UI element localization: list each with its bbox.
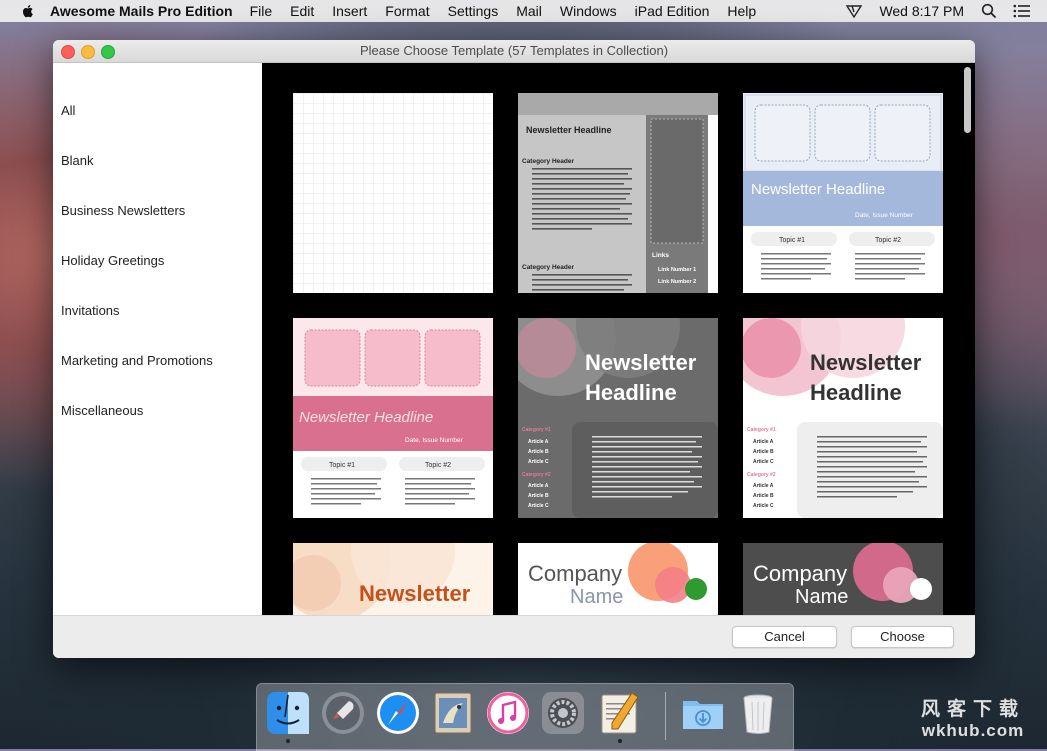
- apple-icon[interactable]: [20, 3, 36, 19]
- light-article-a2: Article A: [753, 483, 774, 489]
- downloads-folder-icon[interactable]: [679, 689, 727, 737]
- dark-headline-line1: Newsletter: [585, 350, 697, 375]
- template-gallery: Newsletter Headline Category Header Cate…: [262, 63, 975, 615]
- network-icon[interactable]: [845, 3, 863, 19]
- template-company-white[interactable]: Company Name: [518, 543, 718, 615]
- awesome-mails-icon[interactable]: [596, 689, 644, 743]
- pink-date-line: Date, Issue Number: [405, 437, 464, 444]
- category-invitations[interactable]: Invitations: [61, 303, 256, 318]
- template-pink-newsletter[interactable]: Newsletter Headline Date, Issue Number T…: [293, 318, 493, 518]
- menu-insert[interactable]: Insert: [332, 3, 367, 19]
- pink-topic-1: Topic #1: [329, 462, 355, 469]
- light-headline-line2: Headline: [810, 380, 902, 405]
- company-dark-line1: Company: [753, 561, 847, 586]
- template-blue-newsletter[interactable]: Newsletter Headline Date, Issue Number T…: [743, 93, 943, 293]
- light-article-b2: Article B: [753, 493, 774, 499]
- blue-topic-2: Topic #2: [875, 237, 901, 244]
- dark-article-b2: Article B: [528, 493, 549, 499]
- watermark-line1: 风客下载: [920, 699, 1025, 720]
- menu-clock[interactable]: Wed 8:17 PM: [879, 3, 964, 19]
- window-title: Please Choose Template (57 Templates in …: [359, 43, 669, 58]
- grid-preview: [293, 93, 493, 293]
- menu-edit[interactable]: Edit: [290, 3, 314, 19]
- menu-mail[interactable]: Mail: [516, 3, 542, 19]
- category-business-newsletters[interactable]: Business Newsletters: [61, 203, 256, 218]
- menu-bar: Awesome Mails Pro Edition File Edit Inse…: [0, 0, 1047, 22]
- gray-category-header-2: Category Header: [522, 264, 574, 271]
- light-category-2: Category #2: [747, 472, 776, 478]
- light-article-c2: Article C: [753, 503, 774, 509]
- gray-headline-text: Newsletter Headline: [526, 125, 612, 135]
- itunes-icon[interactable]: [484, 689, 532, 737]
- window-titlebar[interactable]: Please Choose Template (57 Templates in …: [53, 40, 975, 63]
- zoom-window-button[interactable]: [101, 45, 115, 59]
- menu-file[interactable]: File: [250, 3, 273, 19]
- blue-topic-1: Topic #1: [779, 237, 805, 244]
- menu-settings[interactable]: Settings: [448, 3, 499, 19]
- blue-date-line: Date, Issue Number: [855, 212, 914, 219]
- pink-headline-text: Newsletter Headline: [299, 409, 433, 426]
- gray-link-1: Link Number 1: [658, 267, 696, 273]
- template-dark-circles-newsletter[interactable]: Newsletter Headline Category #1 Article …: [518, 318, 718, 518]
- menu-app-name[interactable]: Awesome Mails Pro Edition: [50, 3, 233, 19]
- spotlight-search-icon[interactable]: [981, 3, 997, 19]
- light-headline-line1: Newsletter: [810, 350, 922, 375]
- gallery-scroll-thumb[interactable]: [964, 67, 971, 133]
- system-preferences-icon[interactable]: [539, 689, 587, 737]
- gray-category-header-1: Category Header: [522, 158, 574, 165]
- dialog-footer: Cancel Choose: [53, 615, 975, 658]
- company-dark-line2: Name: [795, 586, 848, 608]
- light-article-c1: Article C: [753, 459, 774, 465]
- watermark: 风客下载 wkhub.com: [921, 694, 1025, 741]
- dock-separator: [665, 692, 666, 740]
- gray-links-title: Links: [652, 252, 669, 259]
- finder-icon[interactable]: [264, 689, 312, 743]
- dark-category-1: Category #1: [522, 427, 551, 433]
- cancel-button[interactable]: Cancel: [732, 626, 837, 648]
- template-light-circles-newsletter[interactable]: Newsletter Headline Category #1 Article …: [743, 318, 943, 518]
- safari-icon[interactable]: [374, 689, 422, 737]
- category-miscellaneous[interactable]: Miscellaneous: [61, 403, 256, 418]
- template-gray-newsletter[interactable]: Newsletter Headline Category Header Cate…: [518, 93, 718, 293]
- minimize-window-button[interactable]: [81, 45, 95, 59]
- template-chooser-window: Please Choose Template (57 Templates in …: [53, 40, 975, 658]
- blue-headline-text: Newsletter Headline: [751, 181, 885, 198]
- dark-article-c2: Article C: [528, 503, 549, 509]
- dark-category-2: Category #2: [522, 472, 551, 478]
- pink-topic-2: Topic #2: [425, 462, 451, 469]
- template-company-dark[interactable]: Company Name: [743, 543, 943, 615]
- light-article-b1: Article B: [753, 449, 774, 455]
- mail-icon[interactable]: [429, 689, 477, 737]
- gallery-scrollbar[interactable]: [963, 65, 972, 613]
- dark-article-c1: Article C: [528, 459, 549, 465]
- gray-link-2: Link Number 2: [658, 279, 696, 285]
- light-category-1: Category #1: [747, 427, 776, 433]
- dark-article-a2: Article A: [528, 483, 549, 489]
- category-all[interactable]: All: [61, 103, 256, 118]
- dark-article-b1: Article B: [528, 449, 549, 455]
- menu-format[interactable]: Format: [385, 3, 429, 19]
- category-marketing-and-promotions[interactable]: Marketing and Promotions: [61, 353, 256, 368]
- watermark-line2: wkhub.com: [921, 721, 1025, 740]
- category-blank[interactable]: Blank: [61, 153, 256, 168]
- template-orange-newsletter[interactable]: Newsletter Headline: [293, 543, 493, 615]
- dark-article-a1: Article A: [528, 439, 549, 445]
- launchpad-icon[interactable]: [319, 689, 367, 737]
- company-white-line2: Name: [570, 586, 623, 608]
- menu-help[interactable]: Help: [727, 3, 756, 19]
- dock: [256, 683, 794, 751]
- template-blank-grid[interactable]: [293, 93, 493, 293]
- company-white-line1: Company: [528, 561, 622, 586]
- trash-icon[interactable]: [734, 689, 782, 737]
- close-window-button[interactable]: [61, 45, 75, 59]
- category-holiday-greetings[interactable]: Holiday Greetings: [61, 253, 256, 268]
- category-sidebar: All Blank Business Newsletters Holiday G…: [53, 63, 263, 615]
- light-article-a1: Article A: [753, 439, 774, 445]
- orange-headline-line1: Newsletter: [359, 581, 471, 606]
- dark-headline-line2: Headline: [585, 380, 677, 405]
- choose-button[interactable]: Choose: [851, 626, 954, 648]
- notification-center-icon[interactable]: [1013, 4, 1031, 18]
- menu-windows[interactable]: Windows: [560, 3, 617, 19]
- menu-ipad-edition[interactable]: iPad Edition: [635, 3, 710, 19]
